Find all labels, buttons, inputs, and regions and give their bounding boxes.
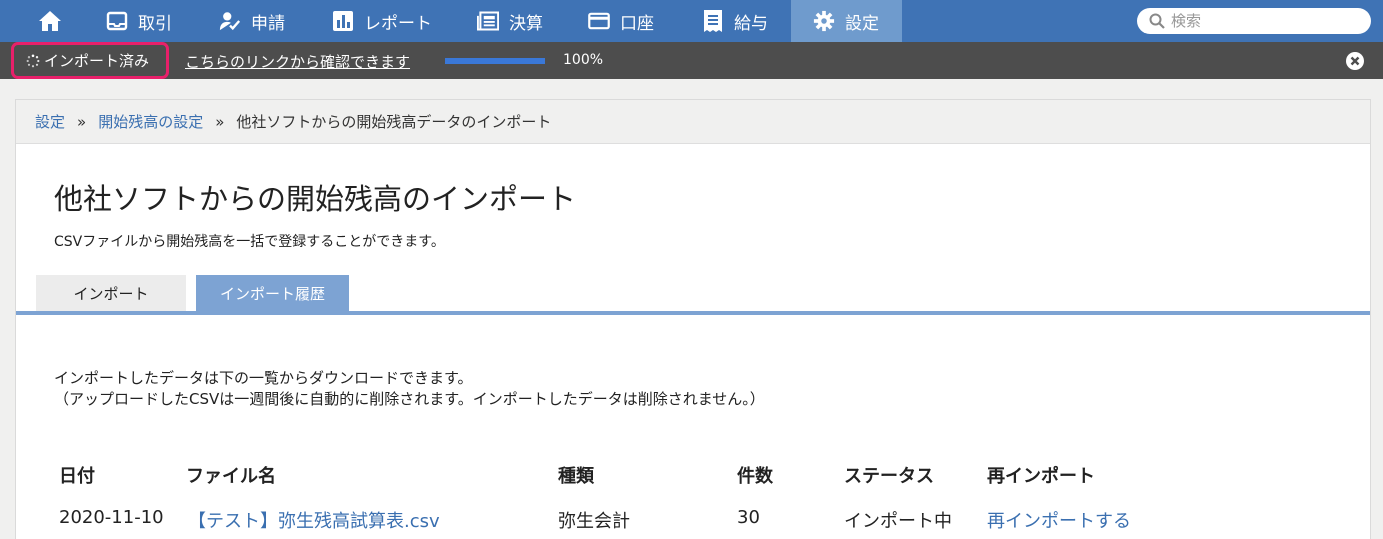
nav-item-report[interactable]: レポート — [318, 0, 458, 42]
gear-icon — [813, 10, 835, 32]
account-icon — [588, 10, 610, 32]
application-icon — [219, 10, 241, 32]
loading-spinner-icon — [26, 54, 40, 68]
breadcrumb-item-settings[interactable]: 設定 — [35, 111, 65, 132]
cell-filename-link[interactable]: 【テスト】弥生残高試算表.csv — [188, 507, 440, 533]
cell-type: 弥生会計 — [558, 511, 630, 532]
payroll-icon — [702, 10, 724, 32]
column-header-reimport: 再インポート — [987, 466, 1095, 487]
tab-import[interactable]: インポート — [36, 275, 186, 311]
nav-item-transactions[interactable]: 取引 — [92, 0, 200, 42]
column-header-type: 種類 — [558, 466, 594, 487]
import-result-link[interactable]: こちらのリンクから確認できます — [185, 51, 410, 72]
page-description: CSVファイルから開始残高を一括で登録することができます。 — [54, 234, 445, 250]
import-status-label: インポート済み — [44, 52, 150, 70]
nav-label: 給与 — [734, 13, 768, 34]
report-icon — [332, 10, 354, 32]
page-title: 他社ソフトからの開始残高のインポート — [54, 182, 577, 216]
history-note-line2: （アップロードしたCSVは一週間後に自動的に削除されます。インポートしたデータは… — [54, 390, 765, 408]
nav-item-application[interactable]: 申請 — [205, 0, 320, 42]
nav-label: レポート — [364, 13, 432, 34]
breadcrumb-current: 他社ソフトからの開始残高データのインポート — [236, 113, 552, 131]
top-navbar: 取引 申請 レポート 決算 口座 給与 設定 — [0, 0, 1383, 42]
import-status-badge: インポート済み — [11, 42, 169, 79]
reimport-link[interactable]: 再インポートする — [987, 507, 1131, 533]
home-button[interactable] — [22, 0, 78, 42]
cell-status: インポート中 — [844, 511, 952, 532]
history-note: インポートしたデータは下の一覧からダウンロードできます。 （アップロードしたCS… — [54, 368, 765, 410]
nav-label: 設定 — [845, 13, 879, 34]
import-progress-bar — [445, 58, 545, 64]
breadcrumb-item-opening-balance[interactable]: 開始残高の設定 — [98, 111, 203, 132]
column-header-count: 件数 — [737, 466, 773, 487]
import-progress-text: 100% — [563, 52, 604, 68]
nav-label: 取引 — [138, 13, 172, 34]
breadcrumb-separator: » — [215, 112, 225, 131]
main-panel: 設定 » 開始残高の設定 » 他社ソフトからの開始残高データのインポート 他社ソ… — [15, 99, 1371, 539]
column-header-date: 日付 — [59, 466, 95, 487]
transactions-icon — [106, 10, 128, 32]
nav-item-settings[interactable]: 設定 — [791, 0, 902, 42]
close-import-bar-button[interactable] — [1345, 51, 1365, 71]
nav-item-payroll[interactable]: 給与 — [688, 0, 790, 42]
import-status-bar: インポート済み こちらのリンクから確認できます 100% — [0, 42, 1383, 79]
nav-item-account[interactable]: 口座 — [574, 0, 686, 42]
tab-import-history[interactable]: インポート履歴 — [196, 275, 349, 311]
nav-label: 決算 — [509, 13, 543, 34]
search-box[interactable] — [1137, 8, 1371, 34]
column-header-filename: ファイル名 — [186, 466, 276, 487]
import-progress-fill — [445, 58, 545, 64]
nav-label: 申請 — [251, 13, 285, 34]
search-icon — [1149, 13, 1165, 29]
tab-underline — [16, 311, 1370, 315]
closing-icon — [477, 10, 499, 32]
cell-date: 2020-11-10 — [59, 507, 164, 528]
nav-label: 口座 — [620, 13, 654, 34]
nav-item-closing[interactable]: 決算 — [463, 0, 573, 42]
breadcrumb-separator: » — [77, 112, 87, 131]
cell-count: 30 — [737, 507, 760, 528]
breadcrumb: 設定 » 開始残高の設定 » 他社ソフトからの開始残高データのインポート — [16, 100, 1370, 144]
home-icon — [39, 11, 61, 31]
column-header-status: ステータス — [844, 466, 934, 487]
history-note-line1: インポートしたデータは下の一覧からダウンロードできます。 — [54, 369, 473, 387]
search-input[interactable] — [1171, 12, 1361, 30]
close-icon — [1346, 52, 1364, 70]
